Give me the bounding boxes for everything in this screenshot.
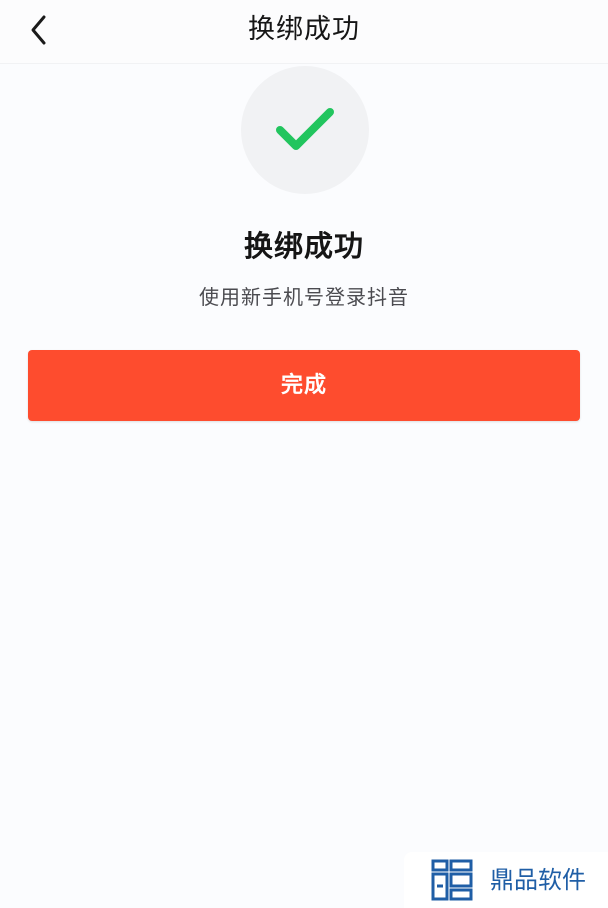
watermark-text: 鼎品软件 (490, 866, 586, 894)
result-title: 换绑成功 (243, 229, 364, 263)
checkmark-icon (276, 108, 334, 150)
watermark: 鼎品软件 (404, 852, 608, 908)
result-subtitle: 使用新手机号登录抖音 (199, 285, 409, 309)
page-title: 换绑成功 (248, 14, 360, 45)
header-bar: 换绑成功 (0, 0, 608, 64)
success-badge (241, 66, 369, 194)
done-button[interactable]: 完成 (28, 350, 580, 421)
brand-logo-icon (431, 859, 473, 901)
